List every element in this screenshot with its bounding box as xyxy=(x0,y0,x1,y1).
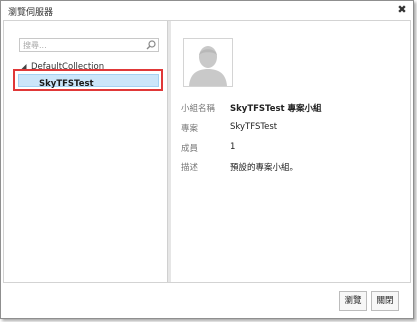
highlight-box: SkyTFSTest xyxy=(13,69,163,91)
project-value: SkyTFSTest xyxy=(230,122,278,132)
description-label: 描述 xyxy=(181,163,199,173)
team-name-value: SkyTFSTest 專案小組 xyxy=(230,104,322,114)
close-button[interactable]: 關閉 xyxy=(371,291,399,311)
user-silhouette-icon xyxy=(184,39,232,86)
tree-pane: DefaultCollection xyxy=(4,21,167,282)
browse-server-dialog: 瀏覽伺服器 ✖ DefaultCollection SkyTFSTest xyxy=(0,0,414,319)
close-icon[interactable]: ✖ xyxy=(395,3,409,17)
search-box[interactable] xyxy=(19,38,159,52)
dialog-title: 瀏覽伺服器 xyxy=(8,8,54,18)
search-input[interactable] xyxy=(23,40,141,50)
project-label: 專案 xyxy=(181,124,199,134)
search-icon[interactable] xyxy=(145,39,157,51)
browse-button[interactable]: 瀏覽 xyxy=(339,291,367,311)
team-avatar xyxy=(183,38,233,87)
tree-node-label: SkyTFSTest xyxy=(39,79,94,89)
team-name-label: 小組名稱 xyxy=(181,104,216,114)
members-label: 成員 xyxy=(181,144,199,154)
description-value: 預設的專案小組。 xyxy=(230,163,299,173)
title-bar: 瀏覽伺服器 ✖ xyxy=(1,1,413,19)
tree-node-selected[interactable]: SkyTFSTest xyxy=(18,74,159,89)
pane-splitter[interactable] xyxy=(167,21,171,282)
members-value: 1 xyxy=(230,142,236,152)
